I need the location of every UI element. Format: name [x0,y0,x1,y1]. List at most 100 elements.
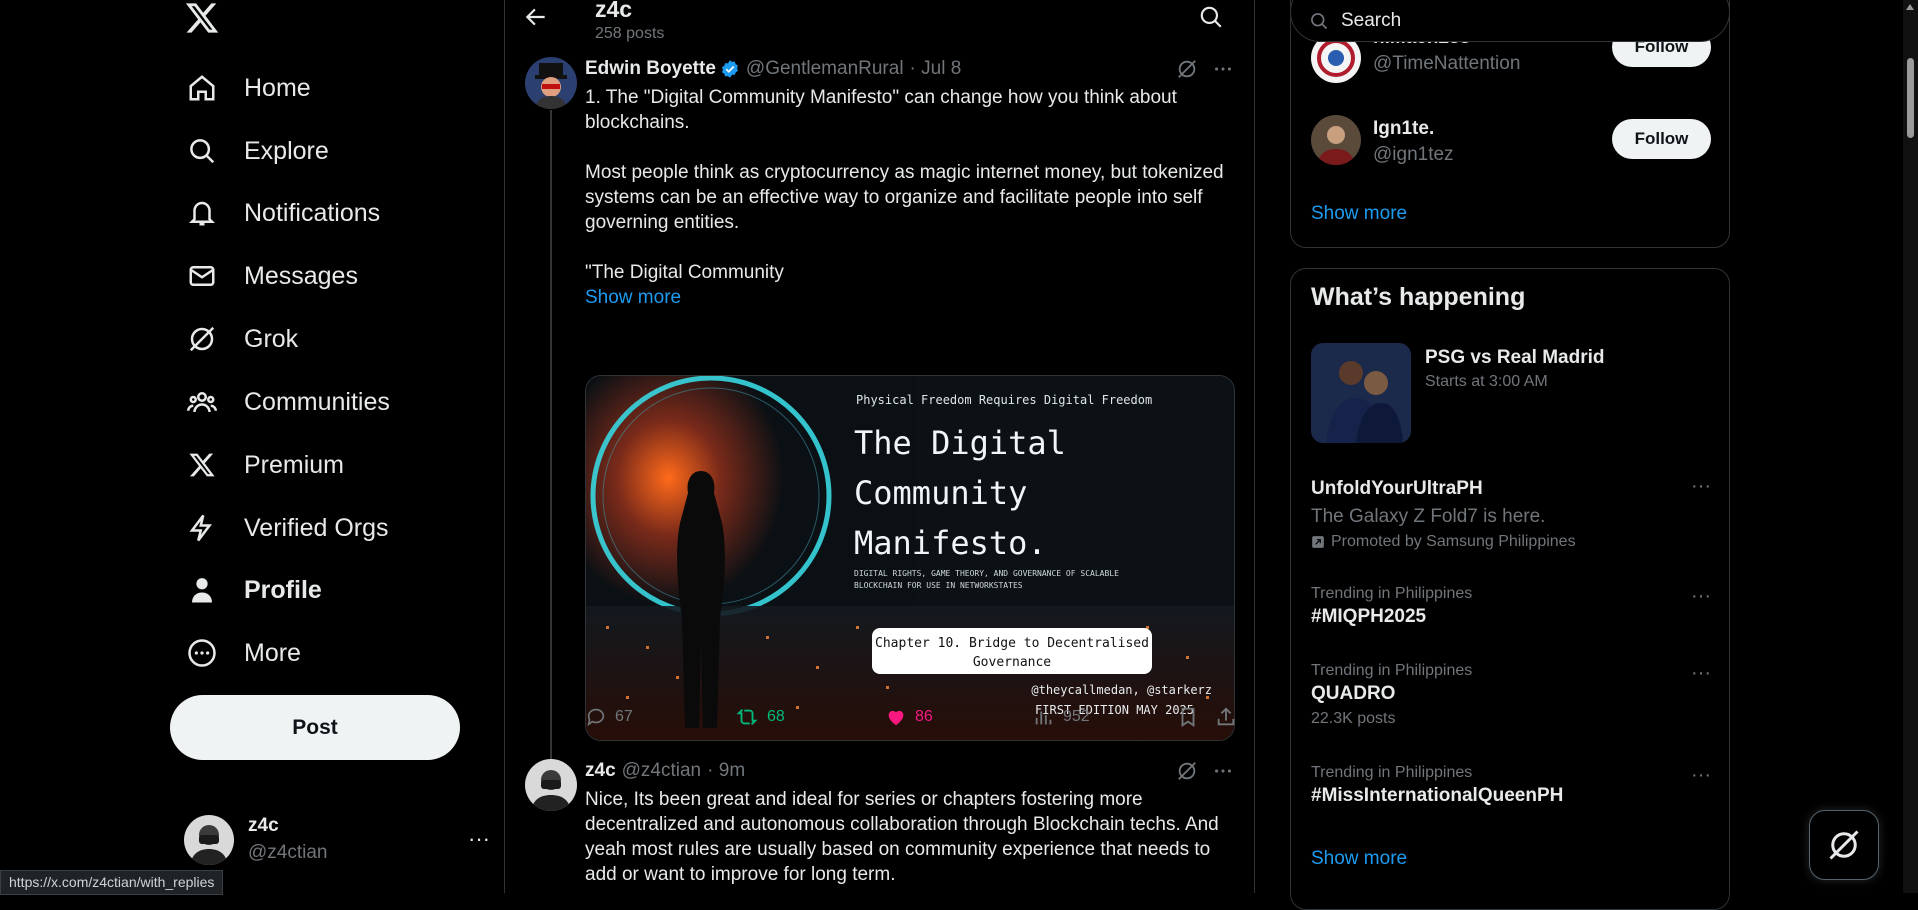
back-arrow-icon[interactable] [523,4,553,34]
trend-item[interactable]: Trending in Philippines QUADRO 22.3K pos… [1311,662,1711,728]
nav-grok-label: Grok [244,324,299,353]
search-icon [186,135,218,167]
show-more-link[interactable]: Show more [1311,848,1407,870]
nav-verified-orgs[interactable]: Verified Orgs [186,503,389,553]
repost-button[interactable]: 68 [735,706,785,728]
promoted-trend[interactable]: UnfoldYourUltraPH The Galaxy Z Fold7 is … [1311,475,1711,551]
post-button[interactable]: Post [170,695,460,760]
search-box[interactable] [1290,0,1730,42]
reply-icon [587,708,605,727]
scrollbar-thumb[interactable] [1907,58,1914,138]
show-more-link[interactable]: Show more [1311,203,1407,225]
show-more-link[interactable]: Show more [585,285,1235,310]
follow-suggestion[interactable]: Ign1te. @ign1tez Follow [1311,115,1711,171]
nav-more-label: More [244,638,301,667]
more-circle-icon [186,637,218,669]
trend-topic: #MissInternationalQueenPH [1311,785,1564,806]
grok-floating-button[interactable] [1809,810,1879,880]
avatar [1311,115,1361,165]
home-icon [186,72,218,104]
more-horizontal-icon[interactable] [1212,58,1234,80]
section-title: What’s happening [1311,283,1526,311]
more-horizontal-icon[interactable] [1212,760,1234,782]
nav-communities-label: Communities [244,387,390,416]
verified-badge-icon [721,60,738,78]
nav-premium[interactable]: Premium [186,440,344,490]
right-sidebar: n.Mach233 @TimeNattention Follow Ign1te.… [1290,0,1730,910]
profile-header-bar: z4c 258 posts [505,0,1254,48]
premium-x-icon [186,449,218,481]
more-horizontal-icon[interactable]: ··· [1691,475,1711,498]
reply-count: 67 [615,708,633,725]
tweet-actions: 67 68 86 952 [585,706,1237,732]
event-image [1311,343,1411,443]
like-count: 86 [915,708,933,725]
author-name[interactable]: z4c [585,760,616,782]
image-chapter-line1: Chapter 10. Bridge to Decentralised [875,636,1149,651]
more-horizontal-icon[interactable]: ··· [468,826,490,852]
event-item[interactable]: PSG vs Real Madrid Starts at 3:00 AM [1311,343,1711,443]
reply-button[interactable]: 67 [585,706,633,728]
author-name[interactable]: Edwin Boyette [585,58,716,80]
nav-more[interactable]: More [186,628,301,678]
trend-topic: QUADRO [1311,683,1396,704]
bookmark-button[interactable] [1177,706,1199,728]
communities-icon [186,386,218,418]
x-logo-icon[interactable] [184,0,220,36]
search-icon[interactable] [1198,4,1226,32]
account-switcher[interactable]: z4c @z4ctian ··· [184,810,494,870]
nav-notifications[interactable]: Notifications [186,188,380,238]
author-handle[interactable]: @GentlemanRural [746,58,904,80]
grok-icon[interactable] [1176,58,1198,80]
view-count: 952 [1063,708,1090,725]
follow-button[interactable]: Follow [1612,119,1711,159]
promo-by-text: Promoted by Samsung Philippines [1331,533,1576,550]
tweet-image[interactable]: Physical Freedom Requires Digital Freedo… [585,375,1235,741]
trend-context: Trending in Philippines [1311,585,1473,602]
image-title-line3: Manifesto. [854,524,1047,562]
views-button[interactable]: 952 [1033,706,1090,728]
more-horizontal-icon[interactable]: ··· [1691,662,1711,685]
tweet-paragraph: Most people think as cryptocurrency as m… [585,162,1224,233]
nav-grok[interactable]: Grok [186,314,298,364]
event-title: PSG vs Real Madrid [1425,347,1605,368]
suggestion-handle: @TimeNattention [1373,53,1521,74]
nav-communities[interactable]: Communities [186,377,390,427]
search-icon [1309,11,1329,31]
mail-icon [186,260,218,292]
tweet-date[interactable]: · Jul 8 [910,58,962,80]
tweet-date[interactable]: · 9m [707,760,745,782]
author-handle[interactable]: @z4ctian [622,760,702,782]
trend-context: Trending in Philippines [1311,764,1473,781]
promo-by: Promoted by Samsung Philippines [1311,533,1711,551]
nav-explore[interactable]: Explore [186,126,329,176]
main-timeline: z4c 258 posts Edwin Boyette @GentlemanRu… [504,0,1255,893]
trend-item[interactable]: Trending in Philippines #MissInternation… [1311,764,1711,807]
like-button[interactable]: 86 [885,706,933,728]
tweet-tools [1176,58,1234,80]
nav-messages[interactable]: Messages [186,251,358,301]
nav-home[interactable]: Home [186,63,311,113]
left-sidebar: Home Explore Notifications Messages Grok… [170,0,505,893]
trend-item[interactable]: Trending in Philippines #MIQPH2025 ··· [1311,585,1711,628]
avatar[interactable] [525,759,577,811]
nav-profile[interactable]: Profile [186,565,322,615]
tweet-reply[interactable]: z4c @z4ctian · 9m Nice, Its been great a… [505,752,1254,893]
share-button[interactable] [1215,706,1237,728]
tweet-quoted-thread[interactable]: Edwin Boyette @GentlemanRural · Jul 8 1.… [505,50,1254,800]
avatar[interactable] [525,57,577,109]
image-credits: @theycallmedan, @starkerz [1031,683,1212,697]
grok-icon [1829,830,1859,860]
bell-icon [186,197,218,229]
suggestion-handle: @ign1tez [1373,144,1454,165]
page-scrollbar[interactable] [1903,0,1918,893]
search-input[interactable] [1339,8,1723,33]
grok-icon[interactable] [1176,760,1198,782]
scroll-up-arrow-icon[interactable] [1906,4,1914,10]
more-horizontal-icon[interactable]: ··· [1691,764,1711,787]
tweet-header: z4c @z4ctian · 9m [585,760,745,782]
more-horizontal-icon[interactable]: ··· [1691,585,1711,608]
person-icon [186,574,218,606]
whats-happening-card: What’s happening PSG vs Real Madrid Star… [1290,268,1730,910]
image-chapter-line2: Governance [973,655,1051,670]
